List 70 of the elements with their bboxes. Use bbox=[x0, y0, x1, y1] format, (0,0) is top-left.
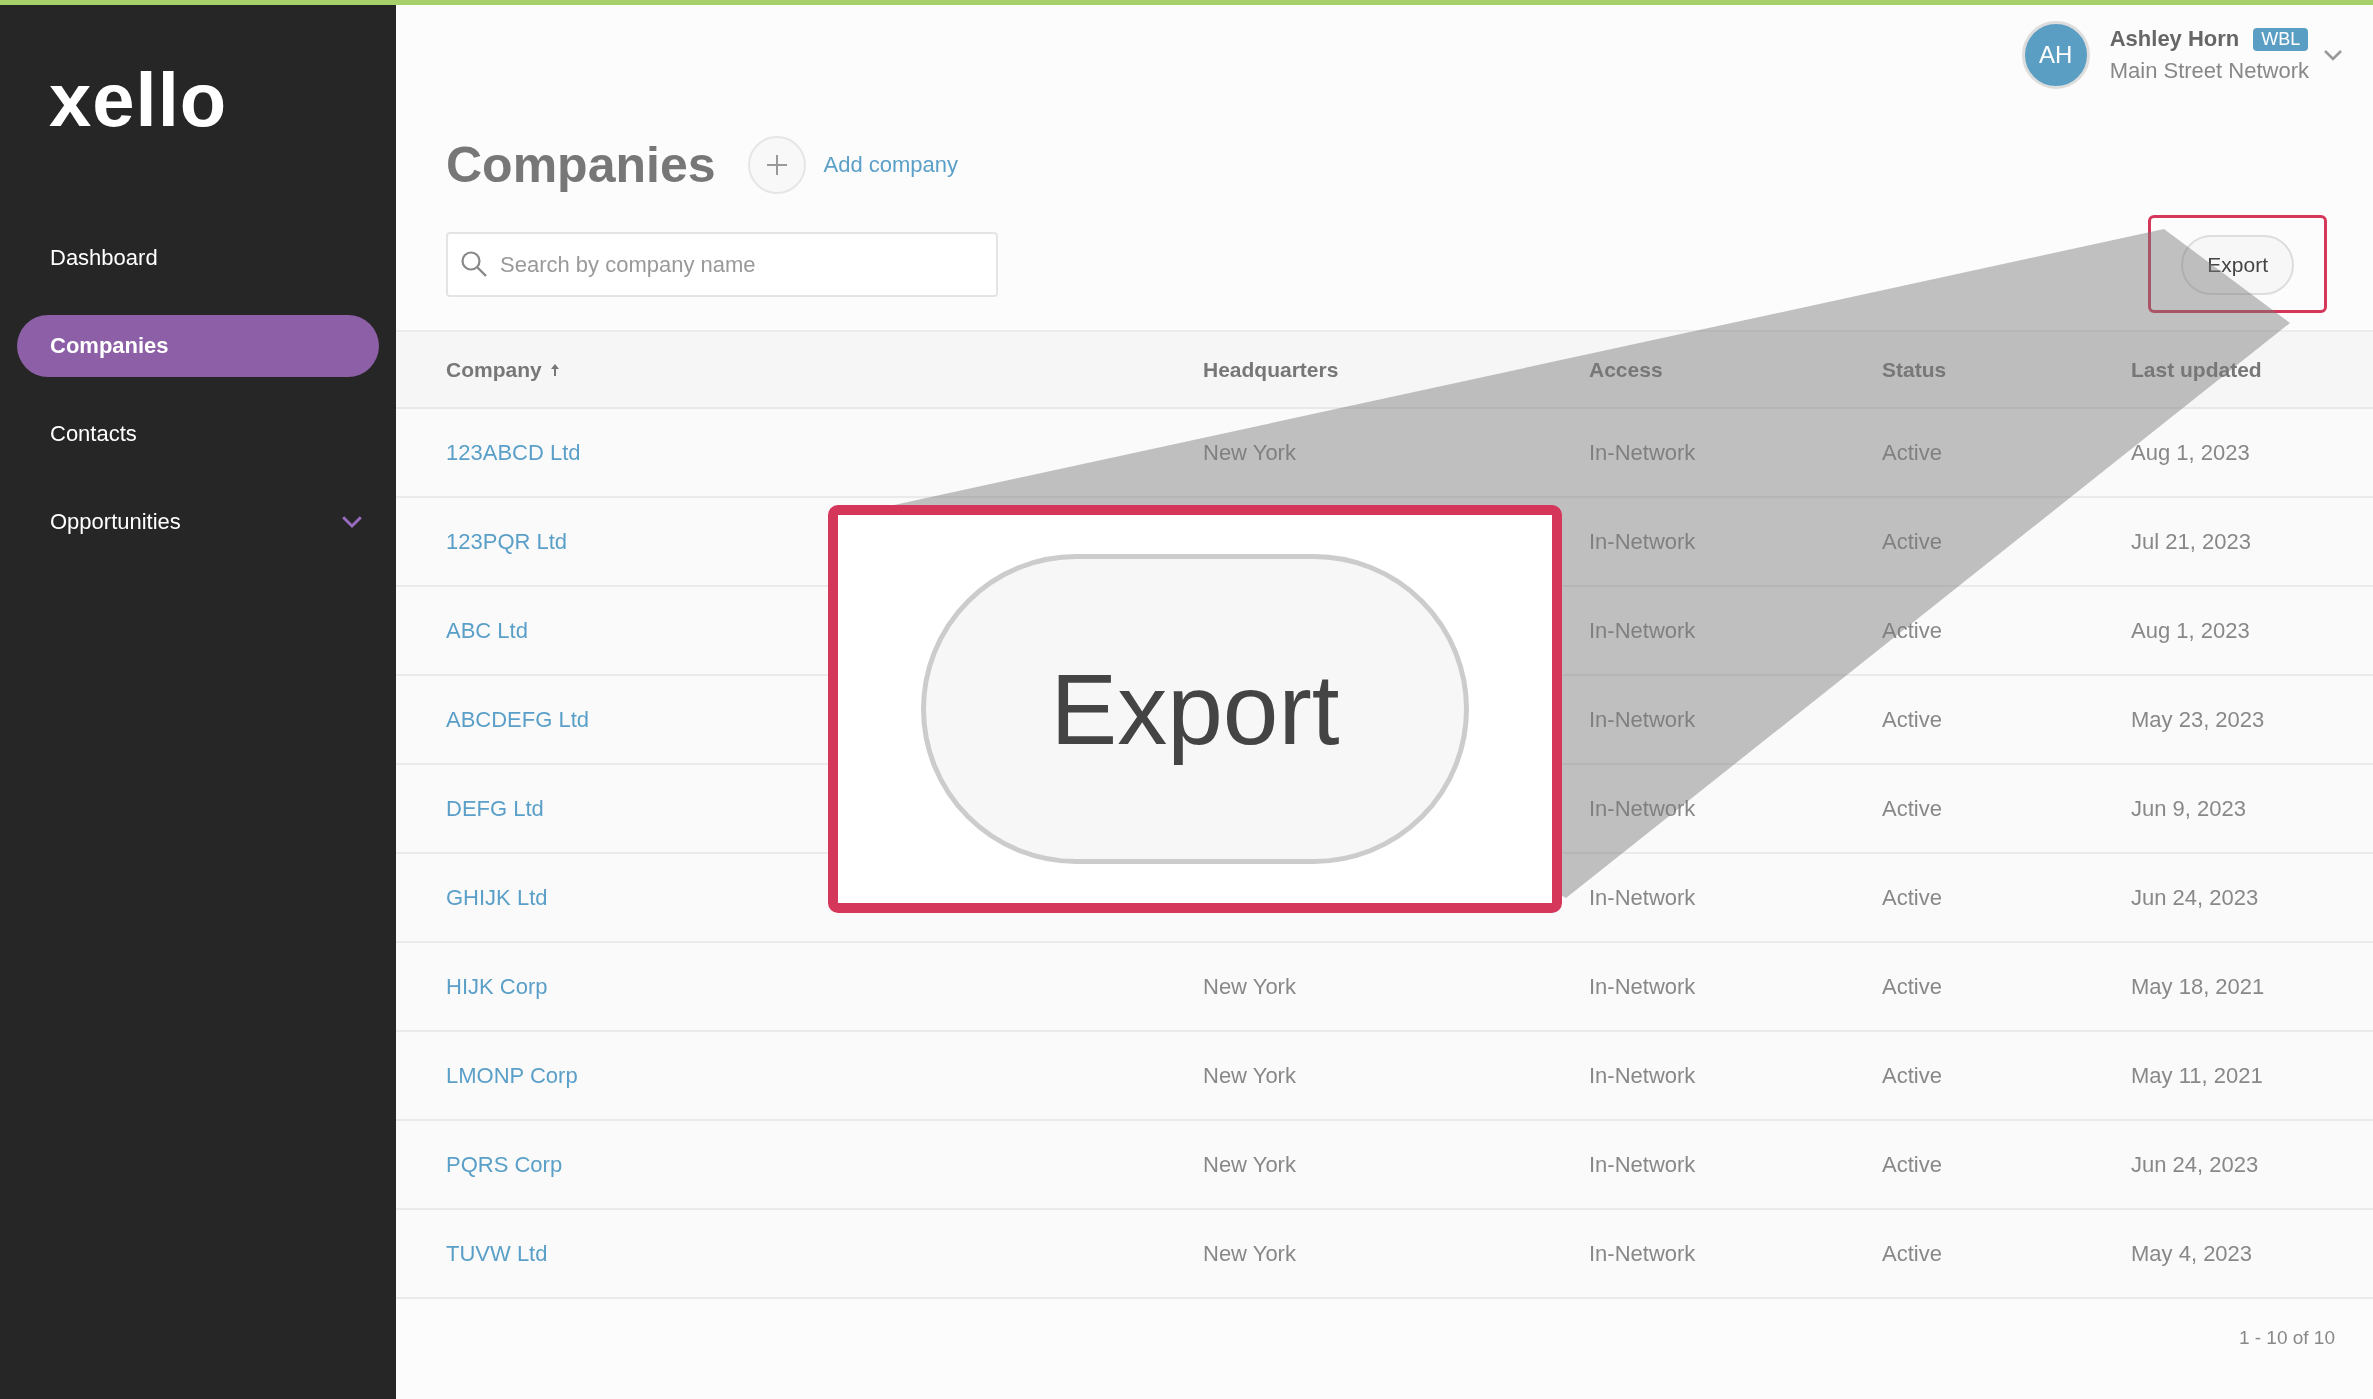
company-link[interactable]: LMONP Corp bbox=[446, 1062, 578, 1089]
table-cell: New York bbox=[1203, 973, 1296, 1000]
table-cell: Jun 24, 2023 bbox=[2131, 1151, 2259, 1178]
company-link[interactable]: 123PQR Ltd bbox=[446, 528, 568, 555]
table-cell: In-Network bbox=[1589, 439, 1696, 466]
table-cell: In-Network bbox=[1589, 528, 1696, 555]
export-button[interactable]: Export bbox=[2181, 234, 2294, 295]
company-link[interactable]: ABCDEFG Ltd bbox=[446, 706, 590, 733]
nav-item[interactable]: Opportunities bbox=[17, 491, 379, 553]
table-cell: Active bbox=[1882, 1151, 1942, 1178]
search-field[interactable]: Search by company name bbox=[446, 232, 998, 297]
table-cell: Active bbox=[1882, 439, 1942, 466]
table-cell: In-Network bbox=[1589, 795, 1696, 822]
user-name: Ashley Horn bbox=[2109, 26, 2240, 52]
company-link[interactable]: ABC Ltd bbox=[446, 617, 528, 644]
table-cell: Active bbox=[1882, 795, 1942, 822]
table-cell: Jul 21, 2023 bbox=[2131, 528, 2251, 555]
table-cell: In-Network bbox=[1589, 884, 1696, 911]
nav-item[interactable]: Companies bbox=[17, 315, 379, 377]
company-link[interactable]: TUVW Ltd bbox=[446, 1240, 548, 1267]
company-link[interactable]: DEFG Ltd bbox=[446, 795, 544, 822]
column-header[interactable]: Headquarters bbox=[1203, 357, 1339, 382]
column-header[interactable]: Access bbox=[1589, 357, 1663, 382]
sort-arrow-icon bbox=[549, 362, 560, 377]
table-cell: In-Network bbox=[1589, 1151, 1696, 1178]
table-cell: May 4, 2023 bbox=[2131, 1240, 2253, 1267]
table-cell: In-Network bbox=[1589, 617, 1696, 644]
table-cell: Active bbox=[1882, 973, 1942, 1000]
table-cell: May 11, 2021 bbox=[2131, 1062, 2263, 1089]
table-cell: Active bbox=[1882, 1062, 1942, 1089]
table-cell: Active bbox=[1882, 617, 1942, 644]
table-cell: New York bbox=[1203, 1151, 1296, 1178]
page-title: Companies bbox=[446, 136, 716, 194]
table-cell: Active bbox=[1882, 528, 1942, 555]
logo: xello bbox=[48, 65, 229, 144]
column-header[interactable]: Company bbox=[446, 357, 560, 382]
search-icon bbox=[460, 250, 488, 278]
chevron-down-icon bbox=[2323, 49, 2343, 61]
table-cell: May 18, 2021 bbox=[2131, 973, 2265, 1000]
table-cell: Active bbox=[1882, 1240, 1942, 1267]
table-cell: In-Network bbox=[1589, 1240, 1696, 1267]
pagination-info: 1 - 10 of 10 bbox=[2238, 1327, 2335, 1349]
table-cell: Jun 24, 2023 bbox=[2131, 884, 2259, 911]
chevron-down-icon bbox=[341, 515, 363, 529]
nav-item[interactable]: Dashboard bbox=[17, 227, 379, 289]
table-cell: Jun 9, 2023 bbox=[2131, 795, 2246, 822]
organization-name: Main Street Network bbox=[2109, 58, 2309, 84]
table-cell: In-Network bbox=[1589, 706, 1696, 733]
column-header[interactable]: Status bbox=[1882, 357, 1947, 382]
nav-label: Opportunities bbox=[50, 509, 181, 535]
table-cell: Active bbox=[1882, 706, 1942, 733]
plus-icon bbox=[765, 154, 788, 176]
table-cell: May 23, 2023 bbox=[2131, 706, 2265, 733]
nav-item[interactable]: Contacts bbox=[17, 403, 379, 465]
column-header[interactable]: Last updated bbox=[2131, 357, 2262, 382]
user-avatar[interactable]: AH bbox=[2021, 21, 2090, 89]
table-cell: New York bbox=[1203, 1240, 1296, 1267]
table-cell: In-Network bbox=[1589, 1062, 1696, 1089]
table-cell: Aug 1, 2023 bbox=[2131, 617, 2250, 644]
company-link[interactable]: PQRS Corp bbox=[446, 1151, 563, 1178]
table-cell: Aug 1, 2023 bbox=[2131, 439, 2250, 466]
role-badge: WBL bbox=[2253, 27, 2309, 51]
table-cell: In-Network bbox=[1589, 973, 1696, 1000]
table-cell: New York bbox=[1203, 439, 1296, 466]
company-link[interactable]: HIJK Corp bbox=[446, 973, 548, 1000]
table-cell: New York bbox=[1203, 1062, 1296, 1089]
table-cell: Active bbox=[1882, 884, 1942, 911]
company-link[interactable]: 123ABCD Ltd bbox=[446, 439, 581, 466]
company-link[interactable]: GHIJK Ltd bbox=[446, 884, 548, 911]
add-company-link[interactable]: Add company bbox=[823, 152, 959, 178]
